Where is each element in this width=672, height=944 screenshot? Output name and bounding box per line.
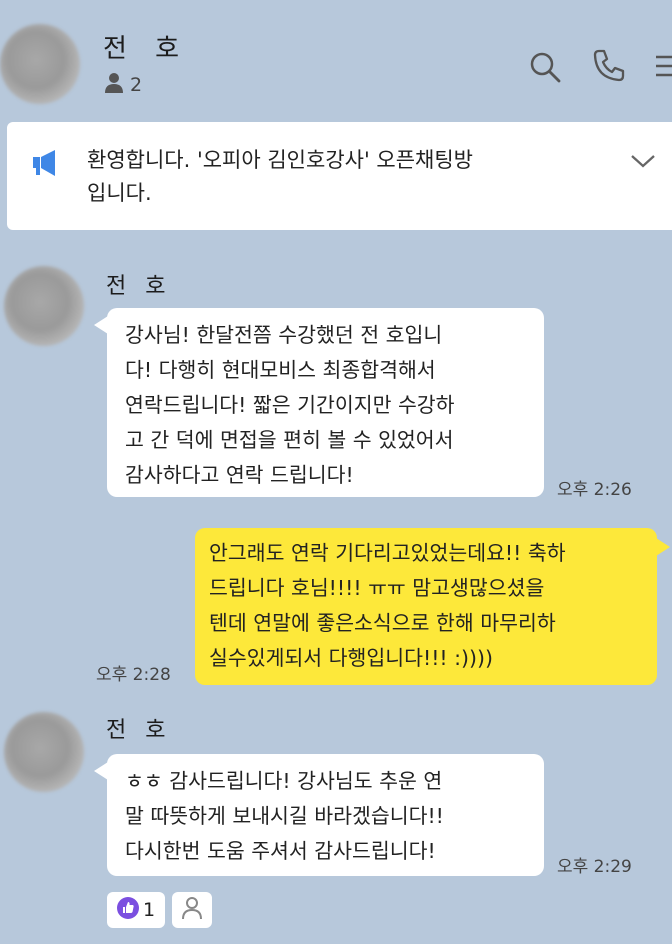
message-time: 오후 2:26 [557, 480, 632, 500]
member-count[interactable]: 2 [104, 72, 142, 98]
notice-text: 환영합니다. '오피아 김인호강사' 오픈채팅방 입니다. [87, 148, 474, 205]
megaphone-icon [31, 148, 63, 182]
sender-avatar[interactable] [4, 712, 84, 792]
chevron-down-icon[interactable] [629, 152, 657, 174]
phone-icon[interactable] [592, 48, 626, 86]
sender-name: 전 호 [106, 718, 172, 743]
room-title: 전 호 [103, 34, 190, 64]
reaction-count: 1 [142, 899, 156, 921]
person-outline-icon [181, 896, 203, 924]
notice-banner[interactable]: 환영합니다. '오피아 김인호강사' 오픈채팅방 입니다. [7, 122, 672, 230]
member-count-value: 2 [130, 74, 143, 96]
sender-name: 전 호 [106, 274, 172, 299]
room-avatar[interactable] [0, 24, 80, 104]
like-reaction[interactable]: 1 [107, 892, 165, 928]
menu-icon[interactable] [654, 54, 672, 84]
sender-avatar[interactable] [4, 266, 84, 346]
message-bubble[interactable]: 안그래도 연락 기다리고있었는데요!! 축하 드립니다 호님!!!! ㅠㅠ 맘고… [195, 528, 657, 685]
message-time: 오후 2:28 [96, 665, 171, 685]
message-time: 오후 2:29 [557, 857, 632, 877]
bubble-tail [94, 762, 108, 780]
bubble-tail [94, 316, 108, 334]
person-icon [104, 72, 124, 98]
bubble-tail [656, 538, 670, 556]
thumbs-up-icon [116, 897, 139, 923]
search-icon[interactable] [528, 50, 562, 88]
message-bubble[interactable]: ㅎㅎ 감사드립니다! 강사님도 추운 연 말 따뜻하게 보내시길 바라겠습니다!… [107, 754, 544, 876]
message-bubble[interactable]: 강사님! 한달전쯤 수강했던 전 호입니 다! 다행히 현대모비스 최종합격해서… [107, 308, 544, 497]
add-reaction-button[interactable] [172, 892, 212, 928]
